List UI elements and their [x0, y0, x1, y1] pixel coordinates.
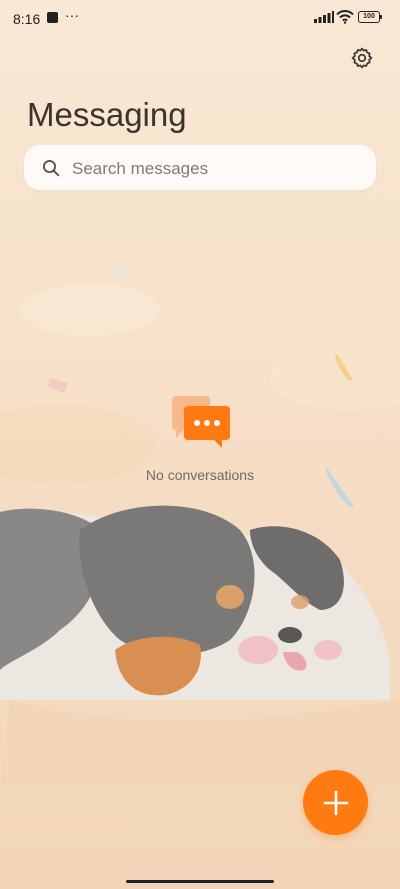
settings-button[interactable]	[348, 44, 376, 72]
search-bar[interactable]	[24, 145, 376, 192]
search-input[interactable]	[70, 145, 354, 192]
gear-icon	[351, 47, 373, 69]
search-icon	[42, 159, 60, 177]
more-notifications-icon: ···	[65, 7, 79, 23]
battery-level: 100	[363, 13, 375, 20]
notification-icon	[47, 12, 58, 23]
status-bar: 8:16 ··· 100	[0, 0, 400, 36]
empty-state-text: No conversations	[145, 467, 255, 483]
signal-icon	[314, 11, 334, 23]
new-message-button[interactable]	[303, 770, 368, 835]
plus-icon	[323, 790, 348, 815]
page-title: Messaging	[27, 96, 187, 133]
background-illustration	[0, 268, 400, 790]
chat-bubbles-icon	[172, 396, 230, 448]
battery-tip	[380, 15, 382, 19]
home-indicator[interactable]	[126, 880, 274, 883]
status-time: 8:16	[13, 11, 41, 27]
wifi-icon	[336, 10, 354, 24]
